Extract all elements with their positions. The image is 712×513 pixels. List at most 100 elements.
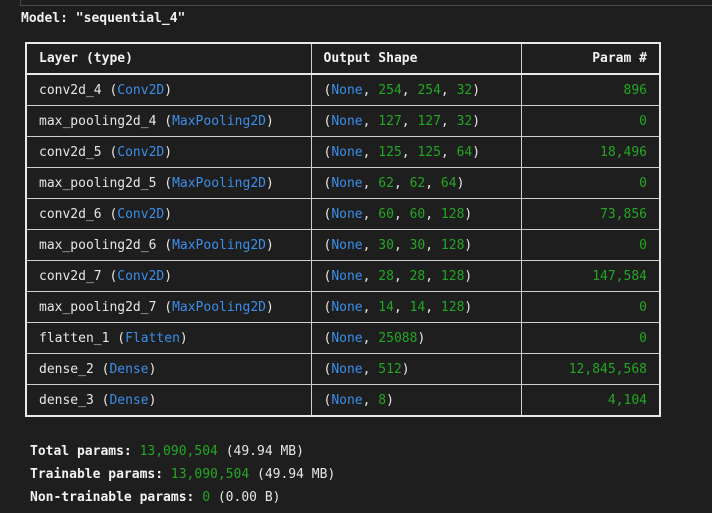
params-label: Total params: — [30, 444, 132, 459]
layer-name: conv2d_4 — [39, 82, 102, 98]
layer-name: conv2d_5 — [39, 144, 102, 160]
shape-dim: 30 — [378, 237, 394, 253]
table-row: conv2d_4 (Conv2D) (None, 254, 254, 32) 896 — [25, 73, 661, 106]
params-value: 13,090,504 — [170, 467, 250, 482]
shape-dim: None — [331, 392, 363, 408]
layer-cell: max_pooling2d_7 (MaxPooling2D) — [25, 291, 312, 323]
params-summary-line: Trainable params: 13,090,504 (49.94 MB) — [30, 463, 335, 486]
table-row: conv2d_5 (Conv2D) (None, 125, 125, 64) 18,… — [25, 136, 661, 168]
table-row: conv2d_7 (Conv2D) (None, 28, 28, 128) 147,… — [25, 260, 661, 292]
shape-dim: 254 — [417, 82, 441, 98]
output-cell-border — [20, 0, 712, 6]
output-shape-cell: (None, 8) — [310, 384, 522, 417]
shape-dim: None — [331, 237, 363, 253]
layer-cell: dense_2 (Dense) — [25, 353, 312, 385]
table-row: max_pooling2d_6 (MaxPooling2D) (None, 30,… — [25, 229, 661, 261]
shape-dim: None — [331, 144, 363, 160]
output-shape-cell: (None, 254, 254, 32) — [310, 73, 522, 106]
param-count: 147,584 — [520, 260, 661, 292]
shape-dim: 128 — [440, 206, 465, 222]
layer-cell: conv2d_4 (Conv2D) — [25, 73, 312, 106]
shape-dim: None — [331, 268, 363, 284]
shape-dim: 128 — [440, 299, 465, 315]
shape-dim: 30 — [409, 237, 426, 253]
table-row: flatten_1 (Flatten) (None, 25088) 0 — [25, 322, 661, 354]
model-summary-table: Layer (type) Output Shape Param # conv2d… — [25, 42, 661, 417]
table-row: max_pooling2d_5 (MaxPooling2D) (None, 62,… — [25, 167, 661, 199]
shape-dim: 32 — [456, 113, 473, 129]
layer-type: MaxPooling2D — [172, 113, 266, 129]
param-count: 0 — [520, 322, 661, 354]
param-count: 0 — [520, 229, 661, 261]
shape-dim: 64 — [456, 144, 473, 160]
params-summary: Total params: 13,090,504 (49.94 MB) Train… — [30, 440, 335, 509]
param-count: 18,496 — [520, 136, 661, 168]
shape-dim: 28 — [409, 268, 426, 284]
shape-dim: 14 — [409, 299, 426, 315]
shape-dim: 127 — [417, 113, 441, 129]
layer-type: MaxPooling2D — [172, 299, 266, 315]
params-value: 0 — [202, 490, 211, 505]
layer-type: Dense — [109, 392, 149, 408]
layer-type: Conv2D — [117, 82, 165, 98]
layer-name: max_pooling2d_5 — [39, 175, 157, 191]
layer-name: max_pooling2d_4 — [39, 113, 157, 129]
output-shape-cell: (None, 125, 125, 64) — [310, 136, 522, 168]
params-size: (49.94 MB) — [225, 444, 304, 459]
shape-dim: 64 — [440, 175, 457, 191]
shape-dim: 128 — [440, 237, 465, 253]
layer-type: Conv2D — [117, 268, 165, 284]
shape-dim: 125 — [378, 144, 402, 160]
layer-name: conv2d_6 — [39, 206, 102, 222]
shape-dim: None — [331, 206, 363, 222]
output-shape-cell: (None, 25088) — [310, 322, 522, 354]
params-size: (49.94 MB) — [257, 467, 336, 482]
param-count: 896 — [520, 73, 661, 106]
layer-cell: conv2d_5 (Conv2D) — [25, 136, 312, 168]
params-label: Non-trainable params: — [30, 490, 195, 505]
layer-type: MaxPooling2D — [172, 175, 266, 191]
layer-cell: conv2d_6 (Conv2D) — [25, 198, 312, 230]
param-count: 0 — [520, 167, 661, 199]
layer-cell: max_pooling2d_5 (MaxPooling2D) — [25, 167, 312, 199]
output-shape-cell: (None, 14, 14, 128) — [310, 291, 522, 323]
shape-dim: None — [331, 113, 363, 129]
param-count: 12,845,568 — [520, 353, 661, 385]
layer-cell: max_pooling2d_6 (MaxPooling2D) — [25, 229, 312, 261]
layer-type: Conv2D — [117, 144, 165, 160]
table-row: conv2d_6 (Conv2D) (None, 60, 60, 128) 73,8… — [25, 198, 661, 230]
layer-name: flatten_1 — [39, 330, 110, 346]
output-shape-cell: (None, 30, 30, 128) — [310, 229, 522, 261]
params-size: (0.00 B) — [217, 490, 281, 505]
params-label: Trainable params: — [30, 467, 164, 482]
shape-dim: 128 — [440, 268, 465, 284]
layer-cell: dense_3 (Dense) — [25, 384, 312, 417]
param-count: 4,104 — [520, 384, 661, 417]
output-shape-cell: (None, 127, 127, 32) — [310, 105, 522, 137]
shape-dim: None — [331, 175, 363, 191]
param-count: 0 — [520, 105, 661, 137]
table-row: max_pooling2d_4 (MaxPooling2D) (None, 127… — [25, 105, 661, 137]
shape-dim: 8 — [378, 392, 387, 408]
params-summary-line: Total params: 13,090,504 (49.94 MB) — [30, 440, 335, 463]
layer-name: conv2d_7 — [39, 268, 102, 284]
param-count: 0 — [520, 291, 661, 323]
shape-dim: 62 — [378, 175, 394, 191]
shape-dim: 14 — [378, 299, 394, 315]
output-shape-cell: (None, 62, 62, 64) — [310, 167, 522, 199]
params-summary-line: Non-trainable params: 0 (0.00 B) — [30, 486, 335, 509]
header-output-shape: Output Shape — [310, 42, 522, 75]
param-count: 73,856 — [520, 198, 661, 230]
shape-dim: 125 — [417, 144, 441, 160]
layer-cell: conv2d_7 (Conv2D) — [25, 260, 312, 292]
layer-name: max_pooling2d_7 — [39, 299, 157, 315]
model-title: Model: "sequential_4" — [21, 11, 186, 26]
shape-dim: None — [331, 330, 363, 346]
shape-dim: 62 — [409, 175, 426, 191]
layer-type: MaxPooling2D — [172, 237, 266, 253]
shape-dim: 60 — [378, 206, 394, 222]
shape-dim: 32 — [456, 82, 473, 98]
table-row: dense_3 (Dense) (None, 8) 4,104 — [25, 384, 661, 417]
header-param-count: Param # — [520, 42, 661, 75]
shape-dim: None — [331, 361, 363, 377]
